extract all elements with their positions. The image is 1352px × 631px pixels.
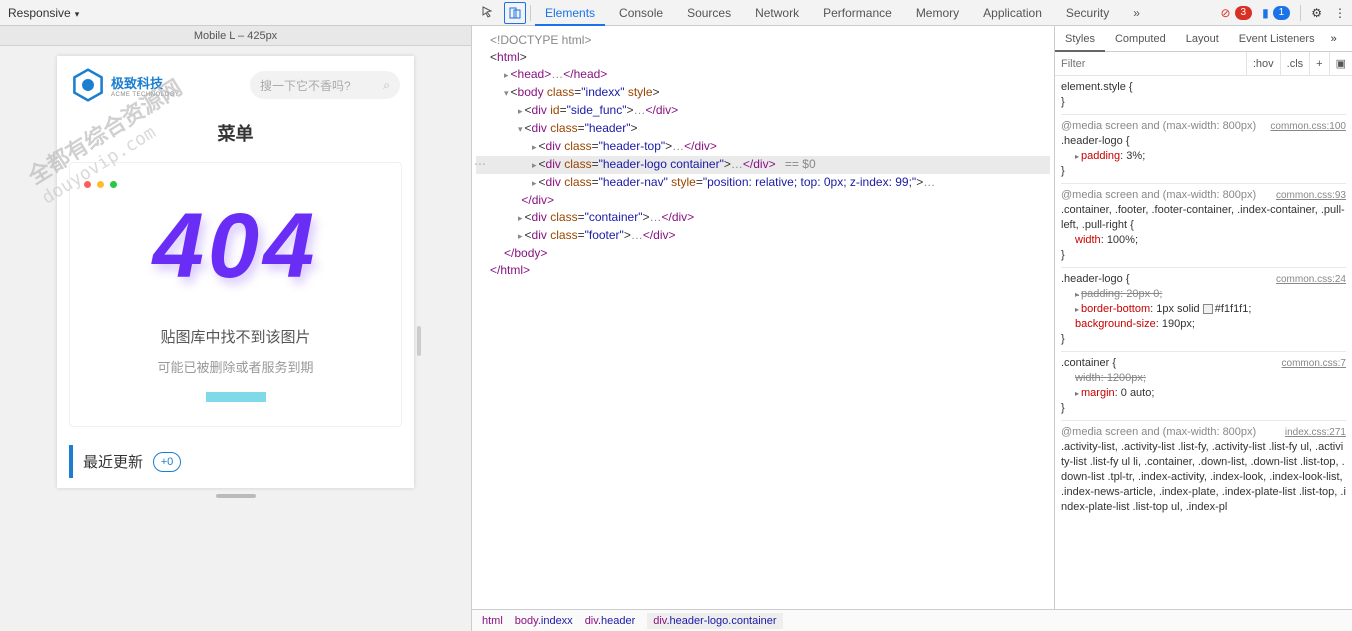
device-mode-select[interactable]: Responsive	[8, 6, 79, 20]
style-rule[interactable]: index.css:271 @media screen and (max-wid…	[1061, 425, 1346, 519]
style-rule[interactable]: element.style { }	[1061, 80, 1346, 115]
crumb-item[interactable]: body.indexx	[515, 615, 573, 627]
device-toggle-icon[interactable]	[504, 2, 526, 24]
style-rule[interactable]: common.css:100 @media screen and (max-wi…	[1061, 119, 1346, 184]
accent-bar	[206, 392, 266, 402]
styles-filter-row: :hov .cls + ▣	[1055, 52, 1352, 76]
crumb-item-active[interactable]: div.header-logo.container	[647, 613, 782, 629]
dom-node[interactable]: <div class="container">…</div>	[476, 209, 1050, 227]
logo-subtext: ACME TECHNOLOGY	[111, 92, 179, 98]
logo-text: 极致科技	[111, 73, 179, 92]
tab-sources[interactable]: Sources	[677, 0, 741, 26]
style-rule[interactable]: common.css:24 .header-logo { padding: 20…	[1061, 272, 1346, 352]
dom-node-selected[interactable]: ⋯<div class="header-logo container">…</d…	[476, 156, 1050, 174]
dom-node[interactable]: <div class="header">	[476, 120, 1050, 138]
error-code: 404	[80, 200, 391, 292]
dom-node[interactable]: </div>	[476, 192, 1050, 209]
styles-tabs-overflow[interactable]: »	[1325, 33, 1343, 45]
recent-updates-header[interactable]: 最近更新 +0	[69, 445, 402, 478]
tab-memory[interactable]: Memory	[906, 0, 969, 26]
search-icon: ⌕	[383, 78, 390, 93]
viewport-resize-handle-right[interactable]	[417, 326, 421, 356]
styles-tabs: Styles Computed Layout Event Listeners »	[1055, 26, 1352, 52]
crumb-item[interactable]: html	[482, 615, 503, 627]
styles-tab-layout[interactable]: Layout	[1176, 26, 1229, 52]
dom-node[interactable]: <body class="indexx" style>	[476, 84, 1050, 102]
elements-breadcrumb[interactable]: html body.indexx div.header div.header-l…	[472, 609, 1352, 631]
error-msg-primary: 贴图库中找不到该图片	[80, 326, 391, 347]
dom-node[interactable]: <div class="footer">…</div>	[476, 227, 1050, 245]
dom-node[interactable]: <div class="header-top">…</div>	[476, 138, 1050, 156]
tab-security[interactable]: Security	[1056, 0, 1119, 26]
viewport-column: Mobile L – 425px 全都有综合资源网 douyovip.com 极…	[0, 26, 471, 631]
tab-elements[interactable]: Elements	[535, 0, 605, 26]
styles-filter-input[interactable]	[1055, 53, 1246, 75]
devtools: Elements Console Sources Network Perform…	[471, 26, 1352, 631]
menu-heading: 菜单	[57, 106, 414, 152]
inspect-icon[interactable]	[478, 2, 500, 24]
devtools-toolbar: Elements Console Sources Network Perform…	[472, 0, 1352, 26]
tabs-overflow[interactable]: »	[1123, 0, 1150, 26]
dom-node[interactable]: </html>	[476, 262, 1050, 279]
tab-console[interactable]: Console	[609, 0, 673, 26]
style-rule[interactable]: common.css:93 @media screen and (max-wid…	[1061, 188, 1346, 268]
info-count[interactable]: 1	[1273, 6, 1291, 20]
simulated-viewport[interactable]: 全都有综合资源网 douyovip.com 极致科技 ACME TECHNOLO…	[57, 56, 414, 488]
breakpoint-ruler[interactable]: Mobile L – 425px	[0, 26, 471, 46]
tab-network[interactable]: Network	[745, 0, 809, 26]
info-icon[interactable]: ▮	[1262, 6, 1269, 20]
logo-icon	[71, 68, 105, 102]
viewport-resize-handle-bottom[interactable]	[216, 494, 256, 498]
styles-tab-styles[interactable]: Styles	[1055, 26, 1105, 52]
dom-node[interactable]: <head>…</head>	[476, 66, 1050, 84]
site-logo[interactable]: 极致科技 ACME TECHNOLOGY	[71, 68, 179, 102]
cls-toggle[interactable]: .cls	[1280, 52, 1310, 76]
recent-count-badge: +0	[153, 452, 181, 472]
settings-gear-icon[interactable]: ⚙	[1311, 6, 1322, 20]
elements-dom-tree[interactable]: <!DOCTYPE html> <html> <head>…</head> <b…	[472, 26, 1054, 609]
hov-toggle[interactable]: :hov	[1246, 52, 1280, 76]
styles-tab-computed[interactable]: Computed	[1105, 26, 1176, 52]
error-count[interactable]: 3	[1235, 6, 1253, 20]
crumb-item[interactable]: div.header	[585, 615, 636, 627]
dom-node[interactable]: <html>	[476, 49, 1050, 66]
search-input[interactable]: 搜一下它不香吗? ⌕	[250, 71, 400, 99]
styles-tab-events[interactable]: Event Listeners	[1229, 26, 1325, 52]
error-msg-secondary: 可能已被删除或者服务到期	[80, 357, 391, 376]
dom-node[interactable]: </body>	[476, 245, 1050, 262]
dom-node[interactable]: <div id="side_func">…</div>	[476, 102, 1050, 120]
style-rule[interactable]: common.css:7 .container { width: 1200px;…	[1061, 356, 1346, 421]
dom-node[interactable]: <!DOCTYPE html>	[476, 32, 1050, 49]
tab-performance[interactable]: Performance	[813, 0, 902, 26]
error-card: 404 贴图库中找不到该图片 可能已被删除或者服务到期	[69, 162, 402, 427]
devtools-menu-kebab[interactable]: ⋮	[1334, 6, 1346, 20]
new-rule-button[interactable]: +	[1309, 52, 1328, 76]
tab-application[interactable]: Application	[973, 0, 1052, 26]
dom-node[interactable]: <div class="header-nav" style="position:…	[476, 174, 1050, 192]
styles-rules[interactable]: element.style { } common.css:100 @media …	[1055, 76, 1352, 609]
error-icon[interactable]: ⊘	[1220, 6, 1230, 20]
styles-sidebar: Styles Computed Layout Event Listeners »…	[1054, 26, 1352, 609]
box-model-icon[interactable]: ▣	[1329, 52, 1352, 76]
